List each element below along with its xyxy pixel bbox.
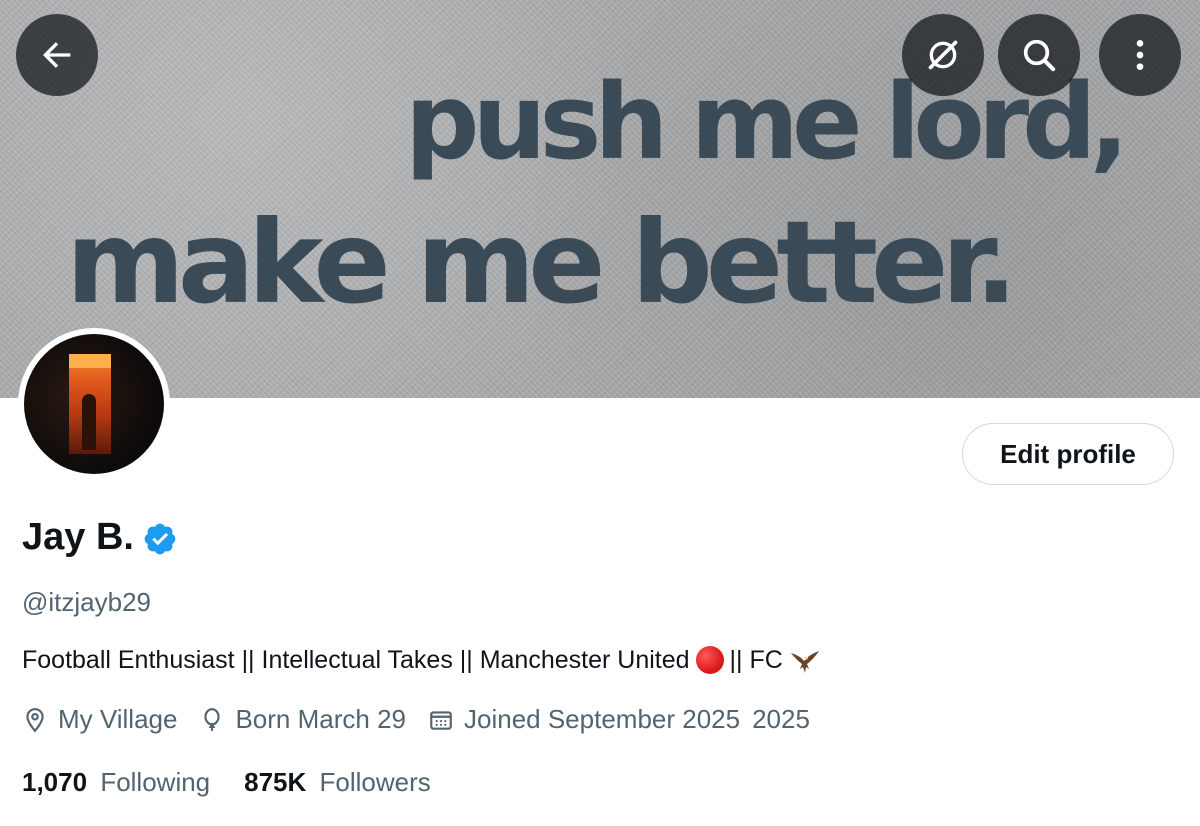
calendar-icon: [430, 710, 452, 730]
location-text: My Village: [58, 704, 178, 734]
eagle-emoji-icon: [790, 651, 819, 673]
birthday-text: Born March 29: [235, 704, 406, 734]
bio-text-part2: || FC: [729, 645, 783, 674]
followers-label: Followers: [319, 767, 431, 797]
user-handle: @itzjayb29: [22, 587, 152, 617]
bio-text-part1: Football Enthusiast || Intellectual Take…: [22, 645, 690, 674]
back-button[interactable]: [16, 14, 98, 96]
following-count: 1,070: [22, 767, 88, 797]
search-button[interactable]: [998, 14, 1080, 96]
search-icon: [1023, 39, 1056, 72]
avatar[interactable]: [18, 328, 170, 480]
red-circle-emoji-icon: [695, 646, 724, 674]
joined-item: Joined September 2025 2025: [428, 704, 810, 735]
grok-button[interactable]: [902, 14, 984, 96]
follow-stats: 1,070 Following 875K Followers: [22, 767, 465, 798]
more-options-button[interactable]: [1099, 14, 1181, 96]
location-pin-icon: [26, 707, 44, 732]
birthday-item: Born March 29: [199, 704, 406, 735]
followers-count: 875K: [244, 767, 307, 797]
name-row: Jay B.: [22, 516, 178, 559]
followers-link[interactable]: 875K Followers: [244, 767, 431, 798]
location-item: My Village: [22, 704, 177, 735]
avatar-figure: [82, 394, 96, 450]
edit-profile-button[interactable]: Edit profile: [962, 423, 1174, 485]
banner-text-line-2: make me better.: [66, 196, 1018, 329]
display-name: Jay B.: [22, 516, 134, 558]
profile-meta: My Village Born March 29 Joined Septembe…: [22, 704, 832, 735]
following-link[interactable]: 1,070 Following: [22, 767, 210, 798]
arrow-left-icon: [43, 42, 71, 68]
joined-year-extra: 2025: [752, 704, 810, 734]
balloon-icon: [204, 707, 221, 731]
verified-badge-icon[interactable]: [142, 521, 178, 557]
following-label: Following: [100, 767, 211, 797]
avatar-image: [24, 334, 164, 474]
avatar-door-top: [69, 354, 111, 368]
more-vertical-icon: [1136, 40, 1144, 70]
joined-text: Joined September 2025: [464, 704, 741, 734]
bio: Football Enthusiast || Intellectual Take…: [22, 645, 821, 675]
grok-icon: [928, 40, 958, 70]
